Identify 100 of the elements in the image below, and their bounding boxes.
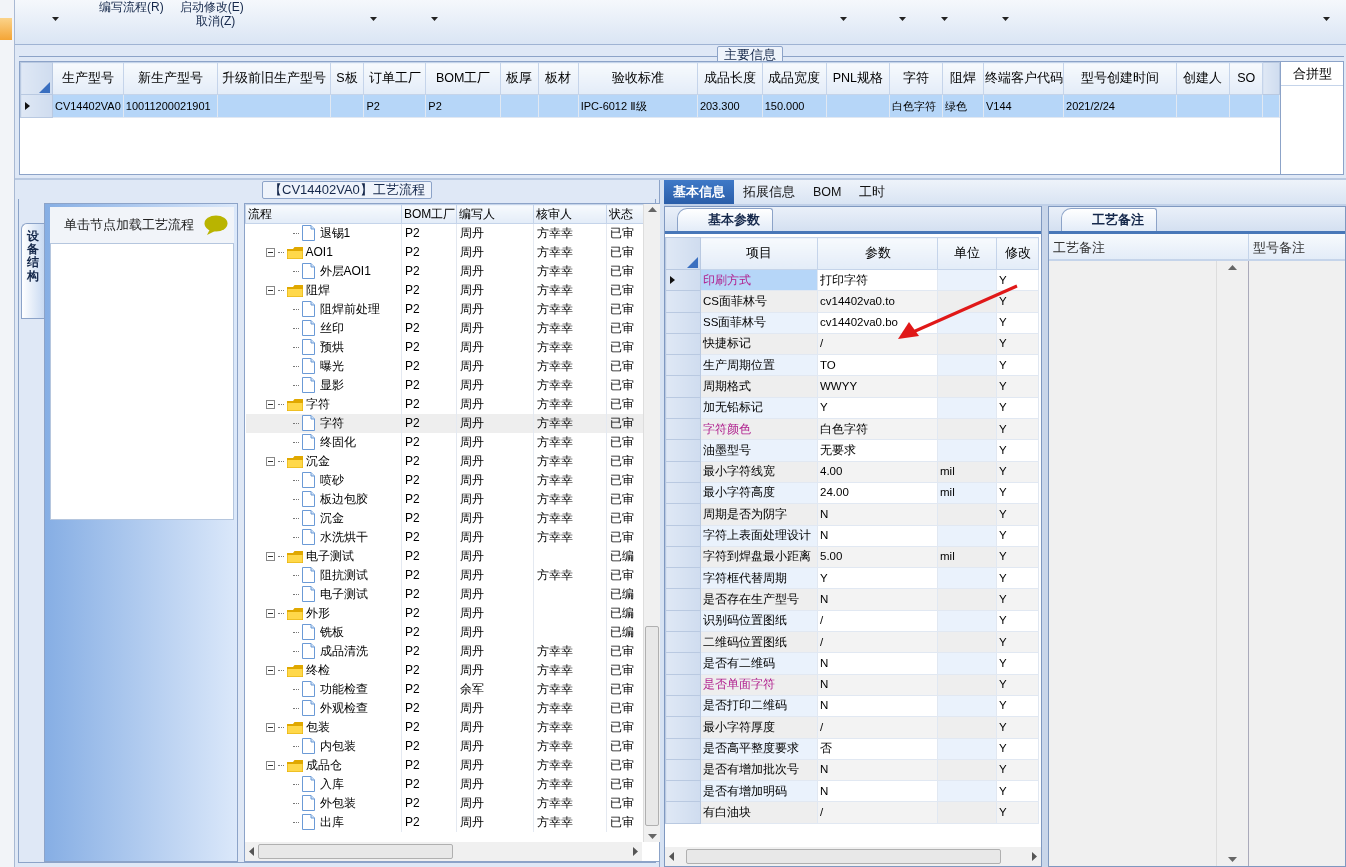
column-header[interactable]: 订单工厂 (363, 62, 426, 95)
dropdown-caret-icon[interactable] (1002, 17, 1009, 21)
tree-node-label[interactable]: 字符 (319, 414, 344, 432)
table-cell[interactable]: 打印字符 (817, 269, 938, 291)
column-header[interactable]: 板材 (538, 62, 579, 95)
table-cell[interactable]: N (817, 652, 938, 675)
tree-node-label[interactable]: 功能检查 (319, 680, 368, 698)
table-cell[interactable]: N (817, 525, 938, 547)
row-header[interactable] (665, 269, 701, 291)
tree-node-label[interactable]: 显影 (319, 376, 344, 394)
column-header[interactable]: 型号创建时间 (1063, 62, 1176, 95)
column-header[interactable]: PNL规格 (826, 62, 890, 95)
column-header[interactable]: 流程 (245, 204, 402, 224)
scrollbar[interactable] (643, 204, 660, 842)
tree-node-label[interactable]: 电子测试 (319, 585, 368, 603)
tree-node-label[interactable]: AOI1 (305, 243, 333, 261)
tree-node-label[interactable]: 铣板 (319, 623, 344, 641)
collapse-icon[interactable] (265, 399, 275, 409)
table-cell[interactable]: Y (817, 397, 938, 419)
tree-node-label[interactable]: 字符 (305, 395, 330, 413)
column-header[interactable]: 板厚 (500, 62, 539, 95)
scroll-left-icon[interactable] (249, 847, 254, 856)
column-header[interactable]: 生产型号 (52, 62, 124, 95)
column-header[interactable]: 单位 (937, 237, 997, 270)
column-header[interactable]: SO (1229, 62, 1263, 95)
tree-node-label[interactable]: 阻焊前处理 (319, 300, 380, 318)
collapse-icon[interactable] (265, 285, 275, 295)
column-header[interactable]: BOM工厂 (425, 62, 501, 95)
side-tab[interactable]: 设备结构 (21, 223, 44, 319)
dropdown-caret-icon[interactable] (899, 17, 906, 21)
tree-node-label[interactable]: 终检 (305, 661, 330, 679)
column-header[interactable]: 项目 (700, 237, 818, 270)
corner-header[interactable] (665, 237, 701, 270)
tree-node-label[interactable]: 内包装 (319, 737, 356, 755)
column-header[interactable]: 终端客户代码 (983, 62, 1064, 95)
column-header[interactable]: S板 (330, 62, 364, 95)
tree-node-label[interactable]: 成品仓 (305, 756, 342, 774)
tree-node-label[interactable]: 板边包胶 (319, 490, 368, 508)
tree-node-label[interactable]: 成品清洗 (319, 642, 368, 660)
tree-node-label[interactable]: 退锡1 (319, 224, 351, 243)
tree-node-label[interactable]: 预烘 (319, 338, 344, 356)
scroll-up-icon[interactable] (1228, 265, 1237, 270)
tree-node-label[interactable]: 包装 (305, 718, 330, 736)
tab[interactable]: 工时 (850, 180, 895, 204)
scrollbar[interactable] (245, 842, 642, 861)
column-header[interactable]: BOM工厂 (401, 204, 457, 224)
scroll-left-icon[interactable] (669, 852, 674, 861)
dropdown-caret-icon[interactable] (431, 17, 438, 21)
table-cell[interactable]: TO (817, 354, 938, 376)
scroll-thumb[interactable] (686, 849, 1001, 864)
column-header[interactable]: 创建人 (1176, 62, 1230, 95)
column-header[interactable]: 状态 (606, 204, 644, 224)
dropdown-caret-icon[interactable] (370, 17, 377, 21)
panel-tab[interactable]: 工艺备注 (1061, 208, 1157, 231)
table-cell[interactable]: Y (817, 567, 938, 589)
column-header[interactable]: 成品长度 (697, 62, 763, 95)
menu-command[interactable]: 编写流程(R) (99, 0, 164, 14)
tab[interactable]: 基本信息 (664, 180, 734, 204)
tree-node-label[interactable]: 外包装 (319, 794, 356, 812)
tree-node-label[interactable]: 终固化 (319, 433, 356, 451)
collapse-icon[interactable] (265, 608, 275, 618)
collapse-icon[interactable] (265, 760, 275, 770)
column-header[interactable]: 成品宽度 (762, 62, 826, 95)
tab[interactable]: 拓展信息 (734, 180, 804, 204)
column-header[interactable]: 核审人 (533, 204, 607, 224)
column-header[interactable]: 参数 (817, 237, 938, 270)
side-tab[interactable] (0, 18, 12, 40)
column-header[interactable]: 验收标准 (578, 62, 698, 95)
scroll-down-icon[interactable] (1228, 857, 1237, 862)
tree-node-label[interactable]: 出库 (319, 813, 344, 831)
column-header[interactable]: 阻焊 (942, 62, 984, 95)
tree-node-label[interactable]: 入库 (319, 775, 344, 793)
scroll-thumb[interactable] (258, 844, 453, 859)
dropdown-caret-icon[interactable] (840, 17, 847, 21)
table-cell[interactable]: N (817, 695, 938, 717)
row-header[interactable] (20, 94, 53, 118)
tree-node-label[interactable]: 电子测试 (305, 547, 354, 565)
dropdown-caret-icon[interactable] (1323, 17, 1330, 21)
collapse-icon[interactable] (265, 247, 275, 257)
column-header[interactable]: 字符 (889, 62, 943, 95)
column-header[interactable]: 工艺备注 (1049, 234, 1249, 259)
dropdown-caret-icon[interactable] (941, 17, 948, 21)
dropdown-caret-icon[interactable] (52, 17, 59, 21)
column-header[interactable]: 型号备注 (1249, 234, 1345, 259)
table-cell[interactable]: / (817, 610, 938, 632)
column-header[interactable]: 修改 (996, 237, 1039, 270)
tree-node-label[interactable]: 阻焊 (305, 281, 330, 299)
scroll-down-icon[interactable] (647, 834, 657, 839)
tab[interactable]: BOM (804, 180, 851, 204)
table-cell[interactable]: 否 (817, 738, 938, 760)
scroll-right-icon[interactable] (1032, 852, 1037, 861)
tree-node-label[interactable]: 沉金 (305, 452, 330, 470)
scroll-up-icon[interactable] (647, 207, 657, 212)
table-cell[interactable]: 24.00 (817, 482, 938, 504)
column-header[interactable]: 升级前旧生产型号 (217, 62, 331, 95)
column-header[interactable]: 编写人 (456, 204, 534, 224)
tree-node-label[interactable]: 喷砂 (319, 471, 344, 489)
tree-node-label[interactable]: 外观检查 (319, 699, 368, 717)
corner-header[interactable] (20, 62, 53, 95)
table-cell[interactable]: 无要求 (817, 439, 938, 462)
